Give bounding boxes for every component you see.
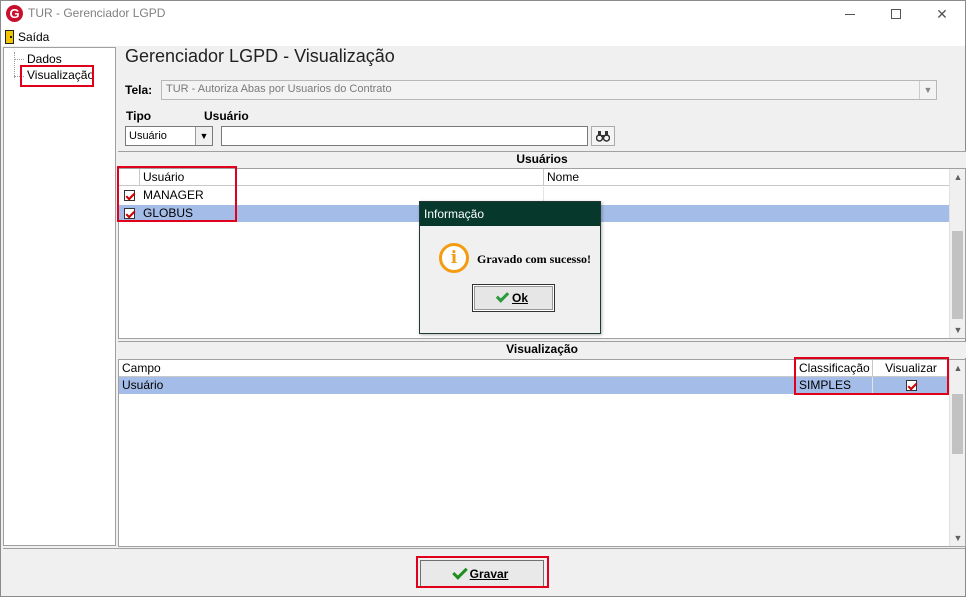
app-logo-icon: G bbox=[6, 5, 23, 22]
tree-connector bbox=[14, 76, 24, 77]
grid-header-visualizar[interactable]: Visualizar bbox=[873, 360, 950, 377]
visualizacao-grid[interactable]: Campo Classificação Visualizar Usuário S… bbox=[118, 359, 966, 547]
scroll-up-icon[interactable]: ▲ bbox=[950, 169, 966, 185]
title-bar: G TUR - Gerenciador LGPD ✕ bbox=[1, 1, 965, 27]
tipo-select[interactable]: Usuário ▼ bbox=[125, 126, 213, 146]
page-title: Gerenciador LGPD - Visualização bbox=[125, 46, 395, 66]
gravar-button[interactable]: Gravar bbox=[420, 560, 544, 587]
cell-nome bbox=[544, 205, 950, 222]
cell-visualizar bbox=[873, 377, 950, 394]
binoculars-icon bbox=[596, 131, 610, 142]
scroll-down-icon[interactable]: ▼ bbox=[950, 530, 966, 546]
usuarios-scrollbar[interactable]: ▲ ▼ bbox=[949, 169, 965, 338]
check-icon bbox=[451, 563, 468, 580]
grid-header-campo[interactable]: Campo bbox=[119, 360, 796, 377]
tree-connector bbox=[14, 52, 15, 78]
cell-nome bbox=[544, 187, 950, 204]
close-button[interactable]: ✕ bbox=[919, 1, 965, 27]
check-icon bbox=[495, 289, 510, 303]
chevron-down-icon[interactable]: ▼ bbox=[195, 127, 212, 145]
tela-label: Tela: bbox=[125, 83, 153, 97]
menu-item-saida[interactable]: Saída bbox=[5, 28, 49, 45]
table-row[interactable]: Usuário SIMPLES bbox=[119, 377, 950, 394]
window-title: TUR - Gerenciador LGPD bbox=[28, 6, 166, 20]
scroll-thumb[interactable] bbox=[952, 231, 963, 319]
row-checkbox[interactable] bbox=[124, 190, 135, 201]
tree-item-dados[interactable]: Dados bbox=[27, 52, 62, 66]
usuarios-section-header: Usuários bbox=[118, 151, 966, 168]
exit-door-icon bbox=[5, 29, 14, 44]
tipo-label: Tipo bbox=[126, 109, 152, 123]
main-window: G TUR - Gerenciador LGPD ✕ Saída Dados V… bbox=[0, 0, 966, 597]
dialog-message: Gravado com sucesso! bbox=[477, 252, 591, 266]
ok-button-label: Ok bbox=[511, 291, 528, 305]
menu-item-saida-label: Saída bbox=[18, 29, 50, 44]
maximize-button[interactable] bbox=[873, 1, 919, 27]
close-icon: ✕ bbox=[936, 5, 948, 22]
scroll-up-icon[interactable]: ▲ bbox=[950, 360, 966, 376]
gravar-button-label: Gravar bbox=[469, 566, 509, 581]
navigation-tree: Dados Visualização bbox=[3, 47, 116, 546]
scroll-down-icon[interactable]: ▼ bbox=[950, 322, 966, 338]
chevron-down-icon[interactable]: ▼ bbox=[919, 81, 936, 99]
grid-header-classificacao[interactable]: Classificação bbox=[796, 360, 873, 377]
usuario-filter-label: Usuário bbox=[204, 109, 249, 123]
visualizar-checkbox[interactable] bbox=[906, 380, 917, 391]
visualizacao-scrollbar[interactable]: ▲ ▼ bbox=[949, 360, 965, 546]
info-dialog: Informação i Gravado com sucesso! Ok bbox=[419, 201, 601, 334]
row-checkbox[interactable] bbox=[124, 208, 135, 219]
maximize-icon bbox=[891, 9, 901, 19]
tree-item-visualizacao[interactable]: Visualização bbox=[27, 68, 94, 82]
tela-select[interactable]: TUR - Autoriza Abas por Usuarios do Cont… bbox=[161, 80, 937, 100]
minimize-button[interactable] bbox=[827, 1, 873, 27]
info-icon: i bbox=[439, 243, 469, 273]
scroll-thumb[interactable] bbox=[952, 394, 963, 454]
ok-button[interactable]: Ok bbox=[472, 284, 555, 312]
grid-header-nome[interactable]: Nome bbox=[544, 169, 950, 186]
menu-bar: Saída bbox=[1, 27, 965, 46]
tela-select-value: TUR - Autoriza Abas por Usuarios do Cont… bbox=[166, 83, 392, 95]
minimize-icon bbox=[845, 13, 855, 15]
grid-header-usuario[interactable]: Usuário bbox=[140, 169, 544, 186]
cell-campo: Usuário bbox=[119, 377, 796, 394]
search-button[interactable] bbox=[591, 126, 615, 146]
tipo-select-value: Usuário bbox=[129, 130, 167, 142]
cell-classificacao: SIMPLES bbox=[796, 377, 873, 394]
dialog-title: Informação bbox=[420, 202, 600, 226]
usuario-search-input[interactable] bbox=[221, 126, 588, 146]
visualizacao-section-header: Visualização bbox=[118, 341, 966, 358]
grid-header-check bbox=[119, 169, 140, 186]
tree-connector bbox=[14, 59, 24, 60]
